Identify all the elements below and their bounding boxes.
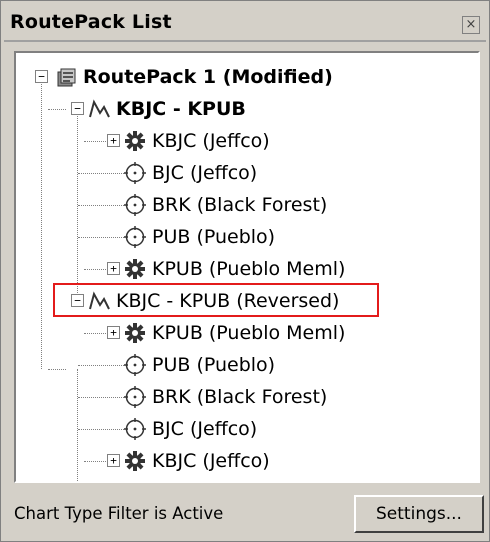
waypoint-label: BJC (Jeffco) — [152, 418, 258, 440]
panel-title: RoutePack List — [10, 11, 172, 33]
waypoint-icon — [124, 418, 146, 440]
routepack-expander[interactable]: − — [35, 70, 48, 83]
waypoint-label: BJC (Jeffco) — [152, 162, 258, 184]
close-button[interactable]: × — [462, 16, 480, 34]
route-highlight-box — [53, 283, 379, 317]
airport-label: KPUB (Pueblo Meml) — [152, 258, 346, 280]
routepack-tree: − RoutePack 1 (Modified) − KBJC - KPUB +… — [14, 51, 480, 483]
airport-gear-icon — [124, 450, 146, 472]
waypoint-label: BRK (Black Forest) — [152, 386, 328, 408]
waypoint-label: PUB (Pueblo) — [152, 354, 276, 376]
airport-gear-icon — [124, 322, 146, 344]
waypoint-expander[interactable]: + — [107, 262, 120, 275]
airport-gear-icon — [124, 130, 146, 152]
tree-node-route[interactable]: KBJC - KPUB — [88, 93, 246, 125]
waypoint-icon — [124, 162, 146, 184]
waypoint-label: BRK (Black Forest) — [152, 194, 328, 216]
tree-node-routepack[interactable]: RoutePack 1 (Modified) — [55, 61, 333, 93]
waypoint-expander[interactable]: + — [107, 454, 120, 467]
airport-label: KPUB (Pueblo Meml) — [152, 322, 346, 344]
routepack-panel: RoutePack List × − RoutePack 1 (Modified… — [0, 0, 490, 542]
routepack-icon — [55, 66, 77, 88]
waypoint-expander[interactable]: + — [107, 134, 120, 147]
airport-label: KBJC (Jeffco) — [152, 130, 270, 152]
tree-node-waypoint[interactable]: BRK (Black Forest) — [124, 189, 327, 221]
tree-node-airport[interactable]: KPUB (Pueblo Meml) — [124, 317, 345, 349]
waypoint-expander[interactable]: + — [107, 326, 120, 339]
tree-node-waypoint[interactable]: PUB (Pueblo) — [124, 221, 275, 253]
tree-node-airport[interactable]: KBJC (Jeffco) — [124, 125, 270, 157]
tree-node-waypoint[interactable]: BJC (Jeffco) — [124, 413, 257, 445]
tree-node-airport[interactable]: KPUB (Pueblo Meml) — [124, 253, 345, 285]
route-expander[interactable]: − — [71, 102, 84, 115]
waypoint-icon — [124, 226, 146, 248]
panel-titlebar: RoutePack List × — [4, 4, 486, 42]
tree-node-waypoint[interactable]: BJC (Jeffco) — [124, 157, 257, 189]
tree-node-waypoint[interactable]: BRK (Black Forest) — [124, 381, 327, 413]
waypoint-icon — [124, 194, 146, 216]
settings-button[interactable]: Settings... — [354, 495, 484, 533]
waypoint-icon — [124, 386, 146, 408]
tree-node-airport[interactable]: KBJC (Jeffco) — [124, 445, 270, 477]
tree-node-waypoint[interactable]: PUB (Pueblo) — [124, 349, 275, 381]
airport-gear-icon — [124, 258, 146, 280]
waypoint-label: PUB (Pueblo) — [152, 226, 276, 248]
filter-status-text: Chart Type Filter is Active — [14, 504, 224, 523]
waypoint-icon — [124, 354, 146, 376]
airport-label: KBJC (Jeffco) — [152, 450, 270, 472]
routepack-label: RoutePack 1 (Modified) — [83, 66, 333, 88]
route-icon — [88, 98, 110, 120]
route-label: KBJC - KPUB — [116, 98, 246, 120]
